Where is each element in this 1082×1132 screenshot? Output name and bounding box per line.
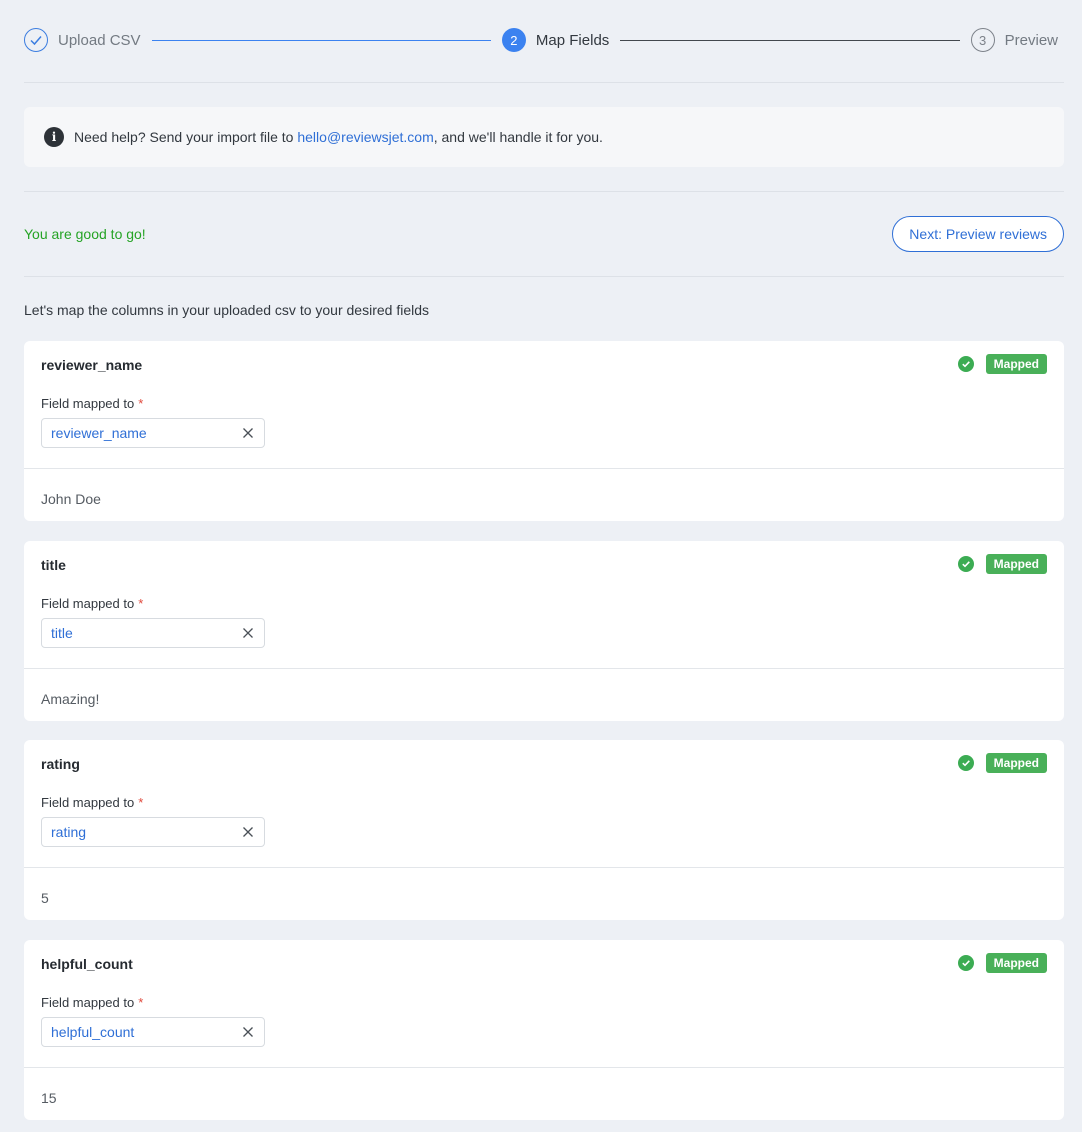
field-label-text: Field mapped to [41, 995, 135, 1010]
divider [24, 1067, 1064, 1068]
divider [24, 191, 1064, 192]
check-icon [24, 28, 48, 52]
required-marker: * [138, 995, 144, 1010]
field-value: reviewer_name [51, 425, 147, 441]
mapping-status: Mapped [957, 953, 1047, 973]
field-select[interactable]: title [41, 618, 265, 648]
help-text-after: , and we'll handle it for you. [433, 129, 603, 145]
divider [24, 668, 1064, 669]
status-badge: Mapped [985, 554, 1047, 574]
column-name: rating [41, 756, 80, 772]
column-name: helpful_count [41, 956, 133, 972]
field-value: rating [51, 824, 87, 840]
help-text-before: Need help? Send your import file to [74, 129, 298, 145]
step-label: Upload CSV [58, 31, 141, 49]
intro-text: Let's map the columns in your uploaded c… [24, 302, 430, 318]
step-number: 3 [970, 28, 995, 52]
mapping-status: Mapped [957, 753, 1047, 773]
step-number: 2 [501, 28, 526, 52]
step-connector [620, 39, 960, 41]
field-card: helpful_count Mapped Field mapped to * he… [24, 940, 1064, 1120]
field-label-text: Field mapped to [41, 396, 135, 411]
field-card: reviewer_name Mapped Field mapped to * re… [24, 341, 1064, 521]
divider [24, 867, 1064, 868]
help-email-link[interactable]: hello@reviewsjet.com [297, 129, 433, 145]
close-icon[interactable] [242, 826, 254, 838]
required-marker: * [138, 596, 144, 611]
required-marker: * [138, 396, 144, 411]
status-badge: Mapped [985, 953, 1047, 973]
help-text: Need help? Send your import file to hell… [74, 129, 603, 145]
help-banner: i Need help? Send your import file to he… [24, 107, 1064, 167]
close-icon[interactable] [242, 427, 254, 439]
field-select[interactable]: rating [41, 817, 265, 847]
column-name: reviewer_name [41, 357, 143, 373]
required-marker: * [138, 795, 144, 810]
field-label: Field mapped to * [41, 995, 143, 1010]
check-circle-icon [957, 356, 974, 372]
field-select[interactable]: reviewer_name [41, 418, 265, 448]
status-message: You are good to go! [24, 226, 146, 242]
sample-value: 15 [41, 1090, 57, 1106]
field-value: title [51, 625, 73, 641]
field-label: Field mapped to * [41, 396, 143, 411]
info-icon: i [44, 127, 64, 147]
field-select[interactable]: helpful_count [41, 1017, 265, 1047]
column-name: title [41, 557, 66, 573]
status-badge: Mapped [985, 753, 1047, 773]
divider [24, 468, 1064, 469]
step-label: Map Fields [535, 31, 610, 49]
close-icon[interactable] [242, 627, 254, 639]
check-circle-icon [957, 556, 974, 572]
field-label: Field mapped to * [41, 596, 143, 611]
divider [24, 276, 1064, 277]
sample-value: Amazing! [41, 691, 100, 707]
divider [24, 82, 1064, 83]
close-icon[interactable] [242, 1026, 254, 1038]
status-badge: Mapped [985, 354, 1047, 374]
step-label: Preview [1004, 31, 1059, 49]
field-label-text: Field mapped to [41, 795, 135, 810]
mapping-status: Mapped [957, 354, 1047, 374]
field-card: rating Mapped Field mapped to * rating 5 [24, 740, 1064, 920]
check-circle-icon [957, 755, 974, 771]
step-preview[interactable]: 3 Preview [970, 28, 1059, 52]
step-map-fields[interactable]: 2 Map Fields [501, 28, 610, 52]
import-stepper: Upload CSV 2 Map Fields 3 Preview [24, 27, 1058, 53]
status-row: You are good to go! Next: Preview review… [24, 216, 1064, 252]
field-label: Field mapped to * [41, 795, 143, 810]
sample-value: John Doe [41, 491, 101, 507]
mapping-status: Mapped [957, 554, 1047, 574]
sample-value: 5 [41, 890, 49, 906]
check-circle-icon [957, 955, 974, 971]
field-label-text: Field mapped to [41, 596, 135, 611]
next-preview-button[interactable]: Next: Preview reviews [892, 216, 1064, 252]
step-connector [151, 39, 491, 41]
field-card: title Mapped Field mapped to * title Amaz… [24, 541, 1064, 721]
field-value: helpful_count [51, 1024, 135, 1040]
step-upload-csv[interactable]: Upload CSV [24, 28, 141, 52]
